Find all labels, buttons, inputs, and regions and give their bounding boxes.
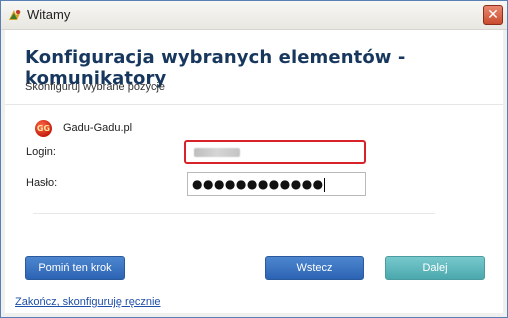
title-bar[interactable]: Witamy ✕ <box>1 1 507 30</box>
password-label: Hasło: <box>26 177 58 189</box>
window-title: Witamy <box>27 7 71 22</box>
skip-step-button[interactable]: Pomiń ten krok <box>25 256 125 280</box>
manual-configuration-link[interactable]: Zakończ, skonfiguruję ręcznie <box>15 296 161 308</box>
password-value: ●●●●●●●●●●●● <box>192 177 324 191</box>
service-name: Gadu-Gadu.pl <box>63 122 133 134</box>
gadu-gadu-logo-icon: GG <box>35 120 52 137</box>
login-label: Login: <box>26 146 56 158</box>
header-divider <box>5 104 503 105</box>
form-divider <box>33 213 435 214</box>
wizard-window: Witamy ✕ Konfiguracja wybranych elementó… <box>0 0 508 318</box>
next-button[interactable]: Dalej <box>385 256 485 280</box>
app-icon <box>9 10 21 20</box>
password-field[interactable]: ●●●●●●●●●●●● <box>187 172 366 196</box>
close-button[interactable]: ✕ <box>483 5 503 25</box>
page-subtitle: Skonfiguruj wybrane pozycje <box>25 81 166 93</box>
close-icon: ✕ <box>487 7 499 23</box>
wizard-content: Konfiguracja wybranych elementów - komun… <box>5 30 503 313</box>
login-field[interactable] <box>184 140 366 164</box>
back-button[interactable]: Wstecz <box>265 256 364 280</box>
login-value-blurred <box>194 148 240 157</box>
text-caret <box>323 177 325 192</box>
